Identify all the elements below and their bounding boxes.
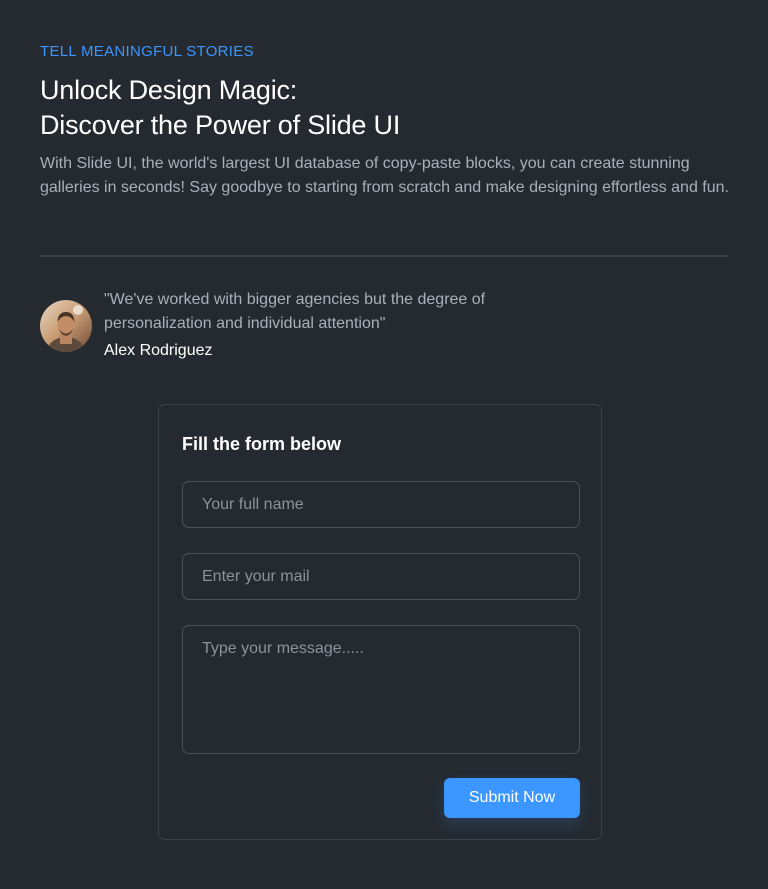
- page-title-line-1: Unlock Design Magic:: [40, 75, 298, 105]
- full-name-input[interactable]: [182, 481, 580, 528]
- testimonial-author: Alex Rodriguez: [104, 342, 213, 359]
- avatar: [40, 300, 92, 352]
- eyebrow-label: TELL MEANINGFUL STORIES: [40, 43, 254, 60]
- form-title: Fill the form below: [182, 434, 342, 454]
- page: TELL MEANINGFUL STORIES Unlock Design Ma…: [0, 0, 768, 889]
- page-title: Unlock Design Magic: Discover the Power …: [40, 73, 400, 143]
- page-title-line-2: Discover the Power of Slide UI: [40, 110, 401, 140]
- intro-description: With Slide UI, the world's largest UI da…: [40, 155, 729, 196]
- testimonial-quote: "We've worked with bigger agencies but t…: [104, 291, 486, 332]
- section-divider: [40, 255, 728, 257]
- message-textarea[interactable]: [182, 625, 580, 754]
- email-input[interactable]: [182, 553, 580, 600]
- avatar-image: [40, 300, 92, 352]
- contact-form: Fill the form below Submit Now: [158, 404, 602, 840]
- submit-button[interactable]: Submit Now: [444, 778, 580, 818]
